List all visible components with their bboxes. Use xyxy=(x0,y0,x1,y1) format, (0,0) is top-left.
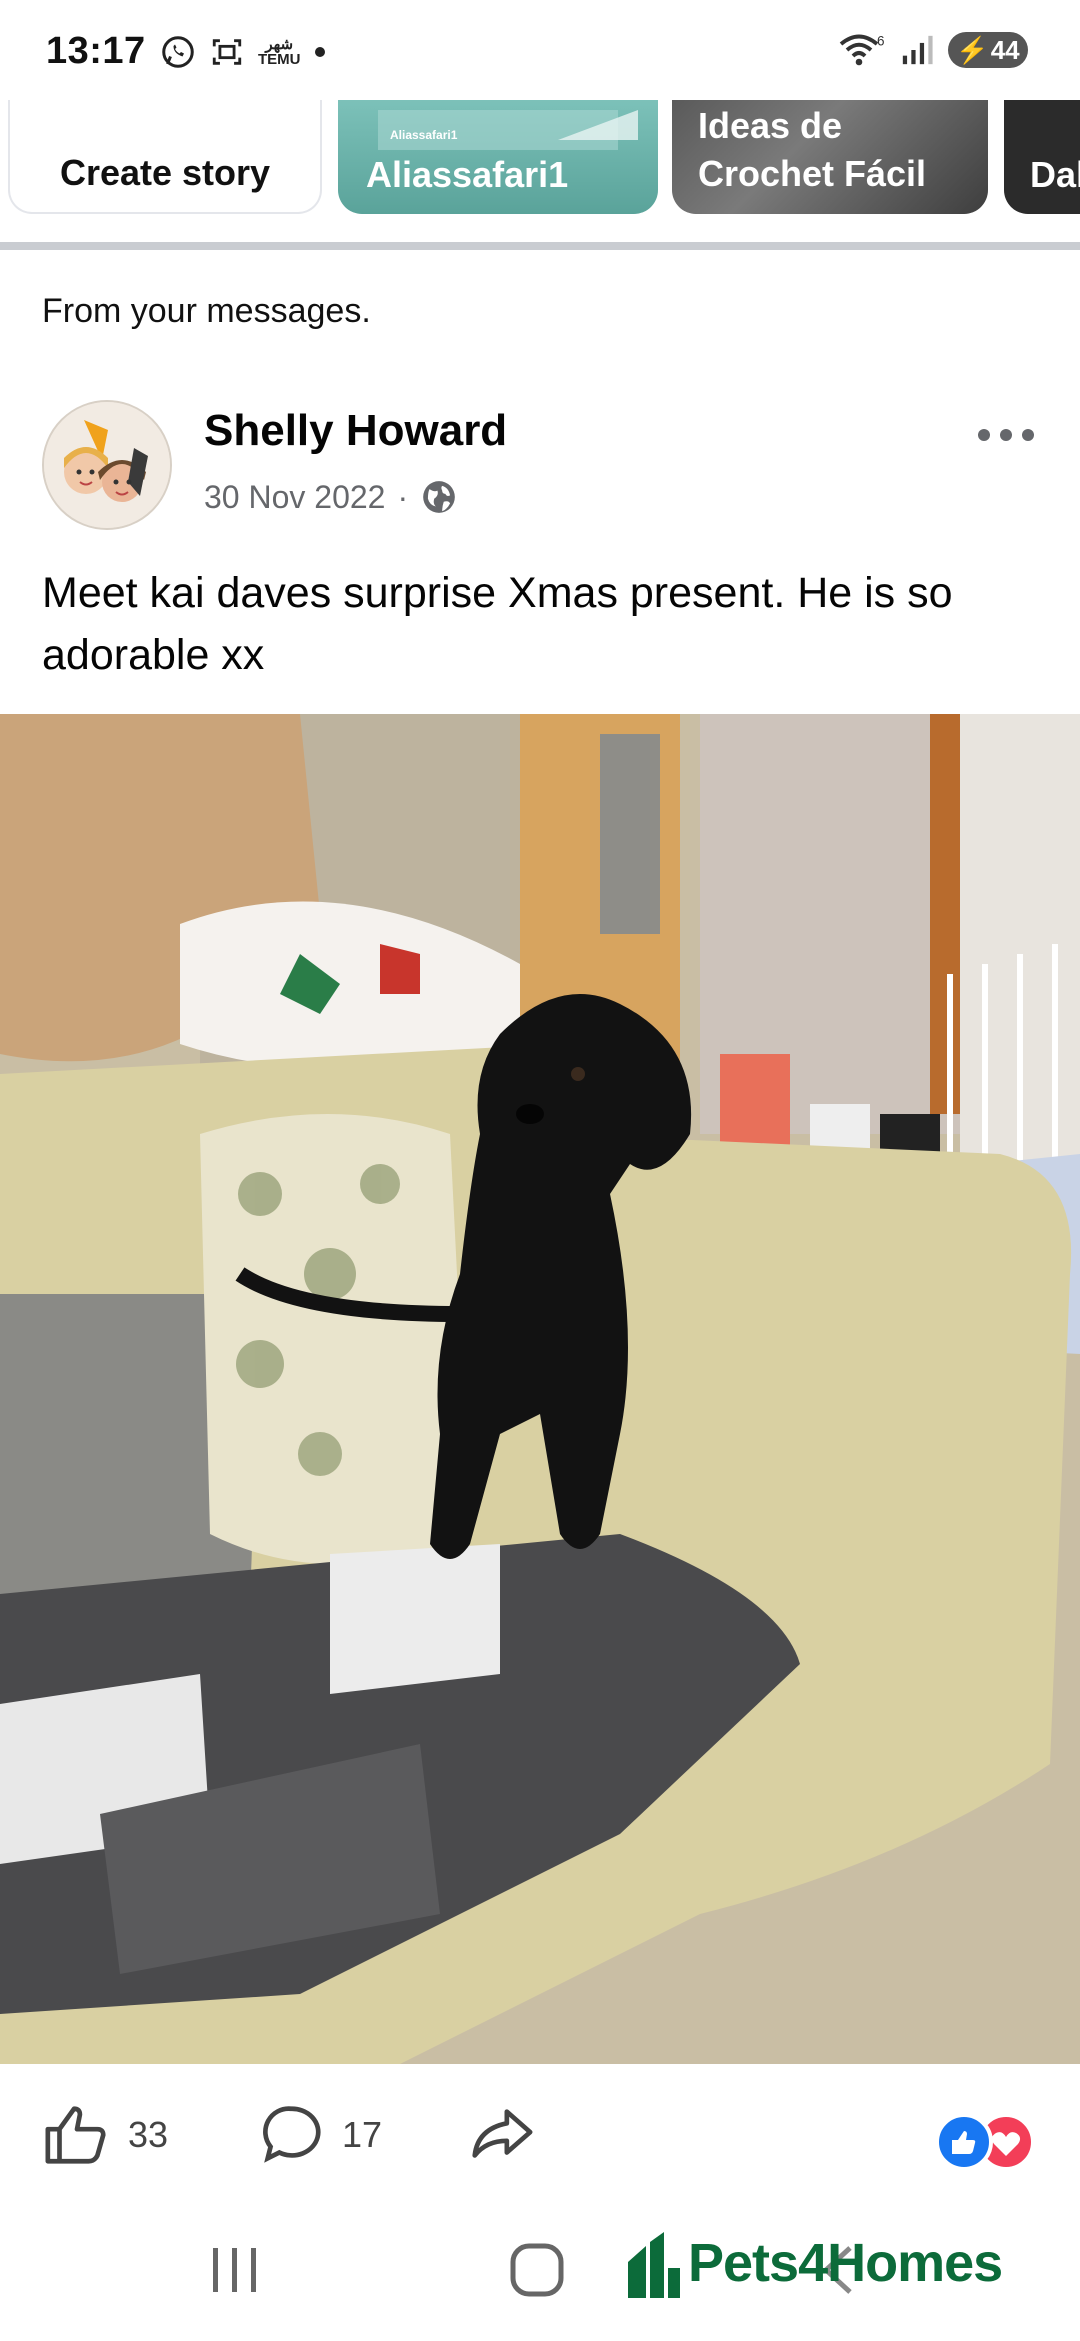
story-card-next[interactable]: Dal xyxy=(1004,100,1080,214)
status-bar: 13:17 شهر TEMU 6 ⚡ 44 xyxy=(0,0,1080,100)
story-label: Dal xyxy=(1030,154,1080,195)
post-author[interactable]: Shelly Howard xyxy=(204,406,507,456)
more-horizontal-icon xyxy=(978,429,1034,441)
whatsapp-icon xyxy=(162,36,194,68)
post-text: Meet kai daves surprise Xmas present. He… xyxy=(42,569,953,679)
create-story-card[interactable]: Create story xyxy=(8,100,322,214)
thumbs-up-icon xyxy=(45,2106,106,2164)
more-options-button[interactable] xyxy=(974,410,1038,455)
post-photo[interactable] xyxy=(0,714,1080,2064)
comment-button[interactable]: 17 xyxy=(256,2100,382,2170)
avatar-image xyxy=(44,402,170,528)
like-button[interactable]: 33 xyxy=(42,2100,168,2170)
like-reaction-icon xyxy=(935,2113,993,2171)
post-date[interactable]: 30 Nov 2022 xyxy=(204,479,385,516)
notification-icons: شهر TEMU xyxy=(160,34,325,70)
recent-apps-icon[interactable] xyxy=(205,2240,265,2300)
like-count: 33 xyxy=(128,2114,169,2155)
story-card-crochet[interactable]: Ideas de Crochet Fácil xyxy=(672,100,988,214)
wifi-icon: 6 xyxy=(839,34,885,66)
more-notifications-dot xyxy=(314,47,325,57)
charging-bolt-icon: ⚡ xyxy=(956,34,989,65)
home-button-icon[interactable] xyxy=(505,2238,569,2302)
globe-icon xyxy=(423,481,455,513)
avatar[interactable] xyxy=(42,400,172,530)
share-arrow-icon xyxy=(472,2109,533,2158)
post-meta: 30 Nov 2022 · xyxy=(204,478,458,516)
system-icons: 6 ⚡ 44 xyxy=(838,32,1028,68)
pets4homes-logo-icon xyxy=(628,2232,680,2298)
reaction-summary[interactable] xyxy=(928,2112,1038,2172)
reaction-icons xyxy=(935,2113,1035,2171)
battery-indicator: ⚡ 44 xyxy=(948,32,1028,68)
svg-text:6: 6 xyxy=(877,34,885,49)
screenshot-icon xyxy=(212,39,242,65)
clock: 13:17 xyxy=(46,30,146,72)
comment-count: 17 xyxy=(342,2114,383,2155)
stories-row: Create story Aliassafari1 Aliassafari1 I… xyxy=(0,100,1080,218)
temu-icon: شهر TEMU xyxy=(258,36,301,68)
meta-separator: · xyxy=(397,478,409,515)
signal-icon xyxy=(902,35,933,65)
story-label: Ideas de Crochet Fácil xyxy=(698,105,927,194)
story-label: Create story xyxy=(59,152,271,193)
share-button[interactable] xyxy=(466,2100,536,2170)
story-label: Aliassafari1 xyxy=(366,154,569,195)
feed-divider xyxy=(0,242,1080,250)
story-overlay-text: Aliassafari1 xyxy=(390,128,458,142)
comment-icon xyxy=(263,2106,321,2163)
watermark-text: Pets4Homes xyxy=(688,2233,1003,2293)
post-actions: 33 17 xyxy=(0,2100,1080,2184)
section-label: From your messages. xyxy=(42,292,371,330)
puppy-on-sofa-image xyxy=(0,714,1080,2064)
watermark: Pets4Homes xyxy=(624,2228,1003,2298)
story-card-aliassafari[interactable]: Aliassafari1 Aliassafari1 xyxy=(338,100,658,214)
